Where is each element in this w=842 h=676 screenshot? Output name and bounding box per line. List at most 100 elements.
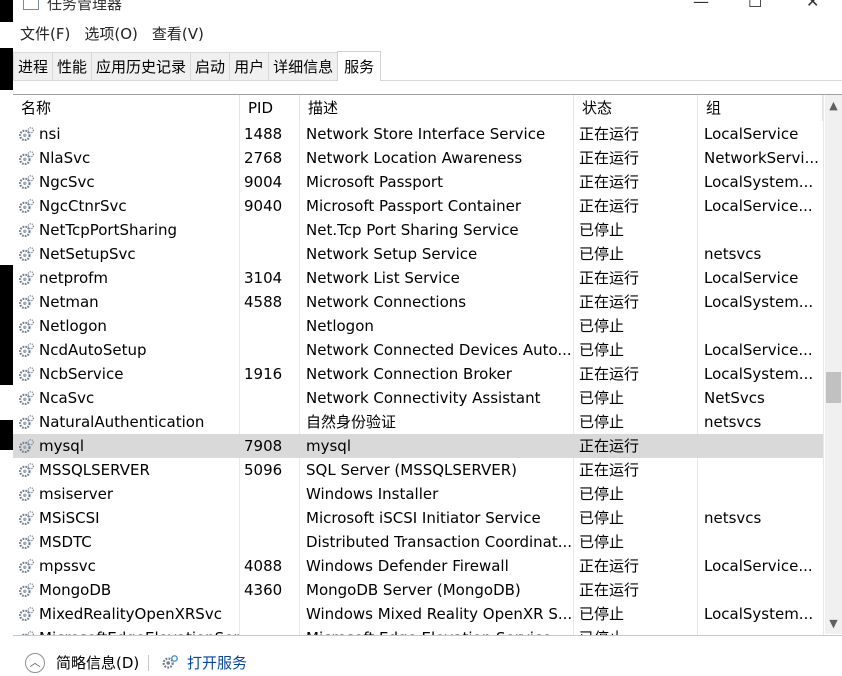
table-row[interactable]: MicrosoftEdgeElevationService Microsoft E… xyxy=(13,626,823,635)
service-status: 正在运行 xyxy=(579,125,640,143)
service-description: SQL Server (MSSQLSERVER) xyxy=(306,461,518,479)
table-row[interactable]: msiserver Windows Installer 已停止 xyxy=(13,482,823,506)
service-description: Network Location Awareness xyxy=(306,149,523,167)
service-name: NaturalAuthentication xyxy=(39,413,205,431)
service-name: MixedRealityOpenXRSvc xyxy=(39,605,222,623)
brief-info-toggle[interactable]: 简略信息(D) xyxy=(56,653,139,673)
table-row[interactable]: MSDTC Distributed Transaction Coordinat..… xyxy=(13,530,823,554)
service-description: Netlogon xyxy=(306,317,374,335)
table-row[interactable]: mysql 7908 mysql 正在运行 xyxy=(13,434,823,458)
service-group xyxy=(704,458,819,482)
service-group xyxy=(704,530,819,554)
service-name: NgcCtnrSvc xyxy=(39,197,127,215)
service-name: MSDTC xyxy=(39,533,92,551)
table-row[interactable]: Netlogon Netlogon 已停止 xyxy=(13,314,823,338)
service-name: NcbService xyxy=(39,365,124,383)
open-services-link[interactable]: 打开服务 xyxy=(187,653,247,673)
service-group: LocalService xyxy=(704,125,799,143)
service-name: netprofm xyxy=(39,269,109,287)
services-table: ﹀ 名称 PID 描述 状态 组 nsi 1488 Network Store In… xyxy=(13,94,842,636)
service-status: 正在运行 xyxy=(579,173,640,191)
table-row[interactable]: MSiSCSI Microsoft iSCSI Initiator Service… xyxy=(13,506,823,530)
service-name: mpssvc xyxy=(39,557,96,575)
table-row[interactable]: MixedRealityOpenXRSvc Windows Mixed Reali… xyxy=(13,602,823,626)
scrollbar-thumb[interactable] xyxy=(826,372,841,403)
service-pid: 3104 xyxy=(244,269,283,287)
table-row[interactable]: NetSetupSvc Network Setup Service 已停止 netsv… xyxy=(13,242,823,266)
service-name: NcaSvc xyxy=(39,389,95,407)
table-row[interactable]: nsi 1488 Network Store Interface Service 正在… xyxy=(13,122,823,146)
service-group: NetworkServi... xyxy=(704,149,819,167)
service-group: LocalSystem... xyxy=(704,173,814,191)
table-row[interactable]: NcaSvc Network Connectivity Assistant 已停止 N… xyxy=(13,386,823,410)
service-pid xyxy=(244,602,299,626)
menu-view[interactable]: 查看(V) xyxy=(145,22,211,46)
menu-file[interactable]: 文件(F) xyxy=(13,22,77,46)
footer-bar: ︿ 简略信息(D) 打开服务 xyxy=(13,640,842,676)
table-row[interactable]: NgcCtnrSvc 9040 Microsoft Passport Contain… xyxy=(13,194,823,218)
table-row[interactable]: MSSQLSERVER 5096 SQL Server (MSSQLSERVER) 正… xyxy=(13,458,823,482)
service-group: netsvcs xyxy=(704,245,762,263)
service-description: Microsoft iSCSI Initiator Service xyxy=(306,509,541,527)
vertical-scrollbar[interactable]: ▲ ▼ xyxy=(825,95,842,634)
table-row[interactable]: NlaSvc 2768 Network Location Awareness 正在运行… xyxy=(13,146,823,170)
service-status: 已停止 xyxy=(579,341,625,359)
maximize-button[interactable]: ☐ xyxy=(748,0,762,11)
close-button[interactable]: ✕ xyxy=(806,0,819,11)
table-row[interactable]: mpssvc 4088 Windows Defender Firewall 正在运行 L… xyxy=(13,554,823,578)
service-name: NlaSvc xyxy=(39,149,91,167)
column-header-name[interactable]: 名称 xyxy=(13,95,240,121)
service-group xyxy=(704,314,819,338)
table-row[interactable]: NgcSvc 9004 Microsoft Passport 正在运行 LocalSys… xyxy=(13,170,823,194)
service-description: Network Connected Devices Auto... xyxy=(306,341,572,359)
column-header-group[interactable]: 组 xyxy=(698,95,823,121)
service-description: Net.Tcp Port Sharing Service xyxy=(306,221,519,239)
service-name: MSiSCSI xyxy=(39,509,100,527)
service-status: 已停止 xyxy=(579,509,625,527)
table-row[interactable]: Netman 4588 Network Connections 正在运行 LocalSy… xyxy=(13,290,823,314)
tab-details[interactable]: 详细信息 xyxy=(268,52,339,80)
chevron-up-circle-icon[interactable]: ︿ xyxy=(25,653,45,673)
service-description: Network Store Interface Service xyxy=(306,125,546,143)
tab-services[interactable]: 服务 xyxy=(337,51,382,81)
table-row[interactable]: NetTcpPortSharing Net.Tcp Port Sharing Se… xyxy=(13,218,823,242)
service-pid xyxy=(244,506,299,530)
tab-app-history[interactable]: 应用历史记录 xyxy=(91,52,192,80)
task-manager-icon xyxy=(23,0,39,10)
service-group: NetSvcs xyxy=(704,389,765,407)
scroll-down-icon[interactable]: ▼ xyxy=(825,615,842,632)
title-bar: 任务管理器 — ☐ ✕ xyxy=(13,0,842,18)
service-pid xyxy=(244,626,299,635)
tab-startup[interactable]: 启动 xyxy=(190,52,231,80)
service-status: 正在运行 xyxy=(579,365,640,383)
service-pid xyxy=(244,482,299,506)
tab-users[interactable]: 用户 xyxy=(229,52,270,80)
service-group xyxy=(704,482,819,506)
service-name: MongoDB xyxy=(39,581,112,599)
table-row[interactable]: NcbService 1916 Network Connection Broker 正… xyxy=(13,362,823,386)
scroll-up-icon[interactable]: ▲ xyxy=(825,97,842,114)
table-row[interactable]: netprofm 3104 Network List Service 正在运行 Loca… xyxy=(13,266,823,290)
table-row[interactable]: NaturalAuthentication 自然身份验证 已停止 netsvcs xyxy=(13,410,823,434)
menu-options[interactable]: 选项(O) xyxy=(77,22,145,46)
service-name: nsi xyxy=(39,125,61,143)
table-row[interactable]: MongoDB 4360 MongoDB Server (MongoDB) 正在运行 xyxy=(13,578,823,602)
minimize-button[interactable]: — xyxy=(693,0,709,11)
service-pid xyxy=(244,338,299,362)
service-group: LocalService xyxy=(704,269,799,287)
column-header-status[interactable]: 状态 xyxy=(574,95,698,121)
tab-performance[interactable]: 性能 xyxy=(52,52,93,80)
table-row[interactable]: NcdAutoSetup Network Connected Devices Au… xyxy=(13,338,823,362)
tab-processes[interactable]: 进程 xyxy=(13,52,54,80)
service-group xyxy=(704,218,819,242)
service-pid: 2768 xyxy=(244,149,283,167)
service-status: 正在运行 xyxy=(579,437,640,455)
service-description: Microsoft Edge Elevation Service xyxy=(306,626,574,635)
column-header-pid[interactable]: PID xyxy=(240,95,300,121)
service-group xyxy=(704,578,819,602)
table-body: nsi 1488 Network Store Interface Service 正在… xyxy=(13,122,823,635)
service-description: Network Connections xyxy=(306,293,467,311)
service-description: Microsoft Passport Container xyxy=(306,197,522,215)
column-header-description[interactable]: 描述 xyxy=(300,95,574,121)
service-group: LocalSystem... xyxy=(704,605,814,623)
